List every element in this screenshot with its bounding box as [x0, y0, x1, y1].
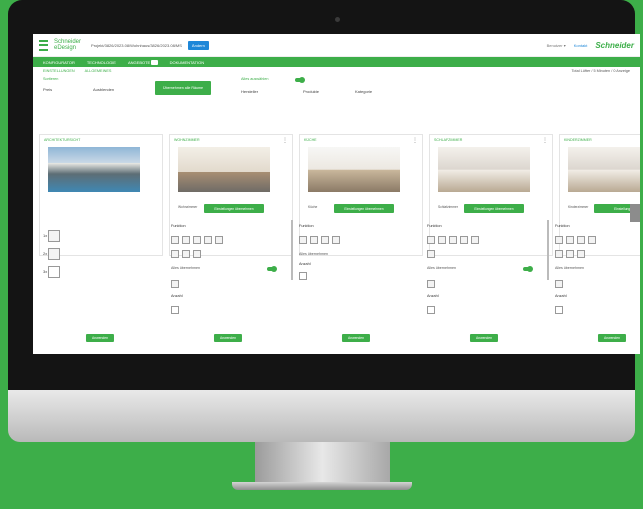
option-row[interactable]: 2x — [43, 248, 63, 260]
apply-settings-button[interactable]: Einstellungen übernehmen — [464, 204, 524, 213]
monitor-stand — [255, 442, 390, 484]
socket-options[interactable] — [427, 236, 482, 244]
card-title: WOHNZIMMER — [174, 138, 200, 142]
socket-options[interactable] — [299, 236, 343, 244]
count-heading: Anzahl — [171, 294, 183, 298]
room-image — [178, 147, 270, 192]
room-image — [568, 147, 640, 192]
room-name: Kinderzimmer — [568, 205, 589, 209]
more-icon[interactable]: ⋮ — [542, 137, 548, 144]
tab-technology[interactable]: TECHNOLOGIE — [87, 60, 116, 65]
apply-settings-button[interactable]: Einstellungen übernehmen — [334, 204, 394, 213]
contact-link[interactable]: Kontakt — [574, 43, 588, 48]
offers-badge: 3 — [151, 59, 158, 65]
brand-logo: Schneider — [595, 40, 634, 50]
count-heading: Anzahl — [299, 262, 311, 266]
tab-documentation[interactable]: DOKUMENTATION — [170, 60, 205, 65]
sub-tabs: EINSTELLUNGEN ALLGEMEINES Total Lüfter /… — [33, 67, 640, 75]
apply-all-toggle[interactable] — [523, 266, 533, 272]
count-heading: Anzahl — [427, 294, 439, 298]
subtab-general[interactable]: ALLGEMEINES — [85, 69, 112, 73]
room-name: Schlafzimmer — [438, 205, 458, 209]
apply-all-label: Alles übernehmen — [427, 266, 456, 270]
apply-all-rooms-button[interactable]: Übernehmen alle Räume — [155, 81, 211, 95]
function-heading: Funktion — [299, 224, 314, 228]
more-icon[interactable]: ⋮ — [412, 137, 418, 144]
card-title: ARCHITEKTURSICHT — [44, 138, 81, 142]
app-logo: Schneider eDesign — [54, 39, 82, 51]
select-all-label: Alles auswählen — [241, 77, 269, 81]
card-title: KÜCHE — [304, 138, 317, 142]
apply-button[interactable]: Anwenden — [85, 334, 115, 342]
socket-options[interactable] — [427, 280, 438, 288]
apply-button[interactable]: Anwenden — [597, 334, 627, 342]
house-image — [48, 147, 140, 192]
count-checkbox[interactable] — [427, 306, 438, 314]
monitor-frame: Schneider eDesign Projekt/3826/2023.08/Wo… — [8, 0, 640, 430]
configuration-columns: 1x 2x 3x Anwenden Funktion Alles überneh… — [39, 220, 640, 348]
room-name: Küche — [308, 205, 318, 209]
room-image — [308, 147, 400, 192]
more-icon[interactable]: ⋮ — [282, 137, 288, 144]
app-screen: Schneider eDesign Projekt/3826/2023.08/Wo… — [33, 34, 640, 354]
count-checkbox[interactable] — [299, 272, 310, 280]
user-menu[interactable]: Benutzer ▾ — [547, 43, 566, 48]
function-heading: Funktion — [555, 224, 570, 228]
scroll-right-arrow[interactable] — [630, 204, 640, 222]
menu-icon[interactable] — [39, 39, 48, 51]
room-image — [438, 147, 530, 192]
apply-button[interactable]: Anwenden — [213, 334, 243, 342]
config-column-architecture: 1x 2x 3x Anwenden — [39, 220, 161, 348]
count-checkbox[interactable] — [555, 306, 566, 314]
scrollbar[interactable] — [291, 220, 293, 280]
card-title: KINDERZIMMER — [564, 138, 592, 142]
scrollbar[interactable] — [547, 220, 549, 280]
apply-all-label: Alles übernehmen — [555, 266, 584, 270]
project-change-button[interactable]: Ändern — [187, 40, 209, 50]
apply-button[interactable]: Anwenden — [469, 334, 499, 342]
main-nav: KONFIGURATOR TECHNOLOGIE ANGEBOTE 3 DOKU… — [33, 57, 640, 67]
camera-dot — [335, 17, 340, 22]
socket-options[interactable] — [171, 250, 204, 258]
function-heading: Funktion — [171, 224, 186, 228]
tab-configurator[interactable]: KONFIGURATOR — [43, 60, 75, 65]
config-column-kitchen: Funktion Alles übernehmen Anzahl Anwende… — [295, 220, 417, 348]
summary-text: Total Lüfter / 5 Minuten / 0 Anzeige — [571, 69, 630, 73]
hide-option[interactable]: Ausblenden — [93, 87, 114, 92]
socket-options[interactable] — [555, 236, 599, 244]
socket-options[interactable] — [171, 280, 182, 288]
option-row[interactable]: 3x — [43, 266, 63, 278]
config-column-living: Funktion Alles übernehmen Anzahl Anwende… — [167, 220, 293, 348]
count-checkbox[interactable] — [171, 306, 182, 314]
subtab-settings[interactable]: EINSTELLUNGEN — [43, 69, 75, 73]
option-products[interactable]: Produkte — [303, 89, 319, 94]
socket-options[interactable] — [427, 250, 438, 258]
top-bar: Schneider eDesign Projekt/3826/2023.08/Wo… — [33, 34, 640, 57]
count-heading: Anzahl — [555, 294, 567, 298]
sort-label: Sortieren — [43, 77, 59, 81]
socket-options[interactable] — [555, 280, 566, 288]
socket-options[interactable] — [171, 236, 226, 244]
monitor-base — [232, 482, 412, 490]
apply-all-toggle[interactable] — [267, 266, 277, 272]
apply-all-label: Alles übernehmen — [171, 266, 200, 270]
project-name: Projekt/3826/2023.08/Wohnhaus/3826/2023.… — [91, 42, 182, 48]
config-column-bedroom: Funktion Alles übernehmen Anzahl Anwende… — [423, 220, 549, 348]
socket-options[interactable] — [555, 250, 588, 258]
config-column-kids: Funktion Alles übernehmen Anzahl Anwende… — [551, 220, 640, 348]
monitor-chin — [8, 390, 635, 442]
function-heading: Funktion — [427, 224, 442, 228]
option-category[interactable]: Kategorie — [355, 89, 372, 94]
apply-button[interactable]: Anwenden — [341, 334, 371, 342]
sort-select[interactable]: Preis — [43, 87, 52, 92]
apply-settings-button[interactable]: Einstellungen übernehmen — [204, 204, 264, 213]
card-title: SCHLAFZIMMER — [434, 138, 463, 142]
apply-all-label: Alles übernehmen — [299, 252, 328, 256]
controls-panel: Sortieren Preis Ausblenden Übernehmen al… — [33, 75, 640, 105]
select-all-toggle[interactable] — [295, 77, 305, 83]
option-row[interactable]: 1x — [43, 230, 63, 242]
room-name: Wohnzimmer — [178, 205, 198, 209]
tab-offers[interactable]: ANGEBOTE 3 — [128, 59, 158, 65]
option-manufacturer[interactable]: Hersteller — [241, 89, 258, 94]
